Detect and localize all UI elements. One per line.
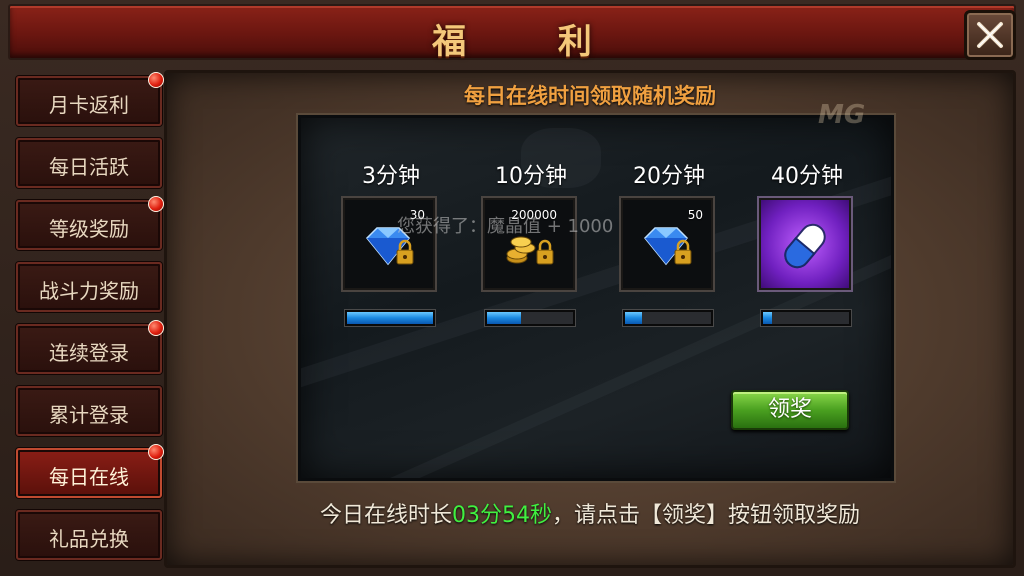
diamond-lock-icon [643,227,692,266]
sidebar-item-cumulative-login[interactable]: 累计登录 [16,386,162,436]
reward-slot[interactable] [757,196,853,292]
online-time-message: 今日在线时长03分54秒，请点击【领奖】按钮领取奖励 [167,497,1013,529]
reward-area: 3分钟 30 10分钟 200000 20分钟 50 40分钟 您获得了：魔晶值… [298,115,894,481]
close-button[interactable] [964,10,1016,60]
progress-bar-fill [347,312,433,324]
progress-bar-fill [487,312,522,324]
purple-capsule-icon [784,223,826,269]
sidebar-item-monthly-card[interactable]: 月卡返利 [16,72,164,126]
sidebar: 月卡返利 每日活跃 等级奖励 战斗力奖励 连续登录 累计登录 每日在线 礼品兑换 [8,66,164,570]
notification-dot-icon [148,72,164,88]
sidebar-item-daily-online[interactable]: 每日在线 [16,444,164,498]
reward-time-label: 3分钟 [362,164,420,189]
notification-dot-icon [148,320,164,336]
online-time-suffix: ，请点击【领奖】按钮领取奖励 [552,503,861,528]
main-panel: 每日在线时间领取随机奖励 3分钟 30 10分钟 200000 20分钟 50 … [164,70,1016,568]
panel-heading: 每日在线时间领取随机奖励 [464,84,716,108]
sidebar-item-label: 等级奖励 [49,217,129,241]
gain-notification: 您获得了：魔晶值 + 1000 [397,216,614,237]
title-bar: 福 利 [8,4,1016,62]
sidebar-item-label: 每日在线 [49,465,129,489]
sidebar-item-consecutive-login[interactable]: 连续登录 [16,320,164,374]
progress-bar [761,310,851,326]
sidebar-item-level-reward[interactable]: 等级奖励 [16,196,164,250]
watermark-logo: MG [818,100,866,130]
sidebar-item-label: 连续登录 [49,341,129,365]
notification-dot-icon [148,196,164,212]
sidebar-item-label: 月卡返利 [49,93,129,117]
reward-time-label: 20分钟 [633,164,705,189]
claim-button[interactable]: 领奖 [731,390,849,430]
notification-dot-icon [148,444,164,460]
progress-bar-fill [625,312,643,324]
progress-bar [485,310,575,326]
sidebar-item-label: 每日活跃 [49,155,129,179]
reward-slot[interactable]: 30 [341,196,437,292]
reward-count: 50 [687,208,703,222]
reward-slot[interactable]: 200000 [481,196,577,292]
sidebar-item-daily-activity[interactable]: 每日活跃 [16,138,162,188]
window-frame: 福 利 月卡返利 每日活跃 等级奖励 战斗力奖励 连续登录 累计登录 每日在线 … [0,0,1024,576]
reward-time-label: 40分钟 [771,164,843,189]
sidebar-item-label: 累计登录 [49,403,129,427]
progress-bar-fill [763,312,772,324]
online-time-value: 03分54秒 [452,503,552,528]
sidebar-item-gift-exchange[interactable]: 礼品兑换 [16,510,162,560]
reward-slot[interactable]: 50 [619,196,715,292]
reward-time-label: 10分钟 [495,164,567,189]
close-icon [977,22,1003,48]
progress-bar [345,310,435,326]
progress-bar [623,310,713,326]
sidebar-item-label: 战斗力奖励 [39,279,139,303]
online-time-prefix: 今日在线时长 [319,503,452,528]
sidebar-item-label: 礼品兑换 [49,527,129,551]
sidebar-item-power-reward[interactable]: 战斗力奖励 [16,262,162,312]
page-title: 福 利 [432,22,632,62]
